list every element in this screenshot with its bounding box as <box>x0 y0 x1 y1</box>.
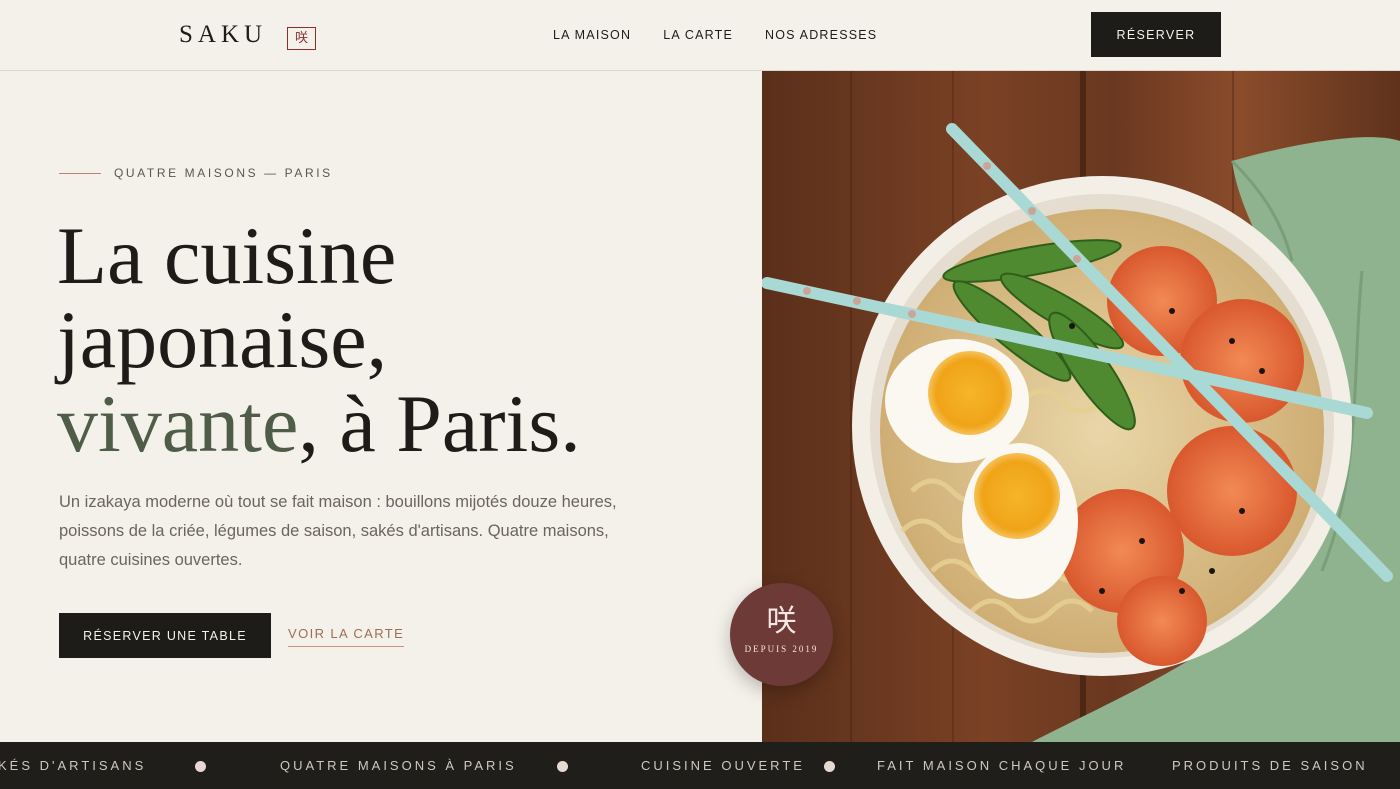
nav-la-maison[interactable]: LA MAISON <box>553 28 631 42</box>
marquee-ticker: KÉS D'ARTISANS QUATRE MAISONS À PARIS CU… <box>0 742 1400 789</box>
hero-ramen-image <box>762 71 1400 742</box>
ticker-item: QUATRE MAISONS À PARIS <box>280 758 517 773</box>
hero-eyebrow: QUATRE MAISONS — PARIS <box>59 166 333 180</box>
headline-line-2: japonaise, <box>57 294 388 385</box>
ticker-dot <box>824 761 835 772</box>
main-nav: LA MAISON LA CARTE NOS ADRESSES <box>553 28 909 42</box>
brand-logo[interactable]: SAKU <box>179 21 267 49</box>
eyebrow-text: QUATRE MAISONS — PARIS <box>114 166 333 180</box>
seal-kanji: 咲 <box>766 604 797 639</box>
eyebrow-rule <box>59 172 101 174</box>
view-menu-link[interactable]: VOIR LA CARTE <box>288 626 405 647</box>
since-seal-badge: 咲 DEPUIS 2019 <box>730 583 833 686</box>
seal-since-text: DEPUIS 2019 <box>744 644 819 654</box>
headline-accent-word: vivante <box>57 378 299 469</box>
ticker-dot <box>195 761 206 772</box>
nav-la-carte[interactable]: LA CARTE <box>663 28 733 42</box>
headline-line-1: La cuisine <box>57 210 397 301</box>
headline-line-3-rest: , à Paris. <box>298 378 581 469</box>
nav-nos-adresses[interactable]: NOS ADRESSES <box>765 28 877 42</box>
ticker-item: FAIT MAISON CHAQUE JOUR <box>877 758 1127 773</box>
ticker-item: CUISINE OUVERTE <box>641 758 805 773</box>
reserve-button[interactable]: RÉSERVER <box>1091 12 1221 57</box>
brand-kanji-mark: 咲 <box>287 27 316 50</box>
ticker-dot <box>557 761 568 772</box>
hero-headline: La cuisine japonaise, vivante, à Paris. <box>57 214 581 466</box>
reserve-table-button[interactable]: RÉSERVER UNE TABLE <box>59 613 271 658</box>
ticker-item: PRODUITS DE SAISON <box>1172 758 1368 773</box>
ticker-item: KÉS D'ARTISANS <box>0 758 147 773</box>
hero-intro: Un izakaya moderne où tout se fait maiso… <box>59 493 617 569</box>
site-header: SAKU 咲 LA MAISON LA CARTE NOS ADRESSES R… <box>0 0 1400 71</box>
